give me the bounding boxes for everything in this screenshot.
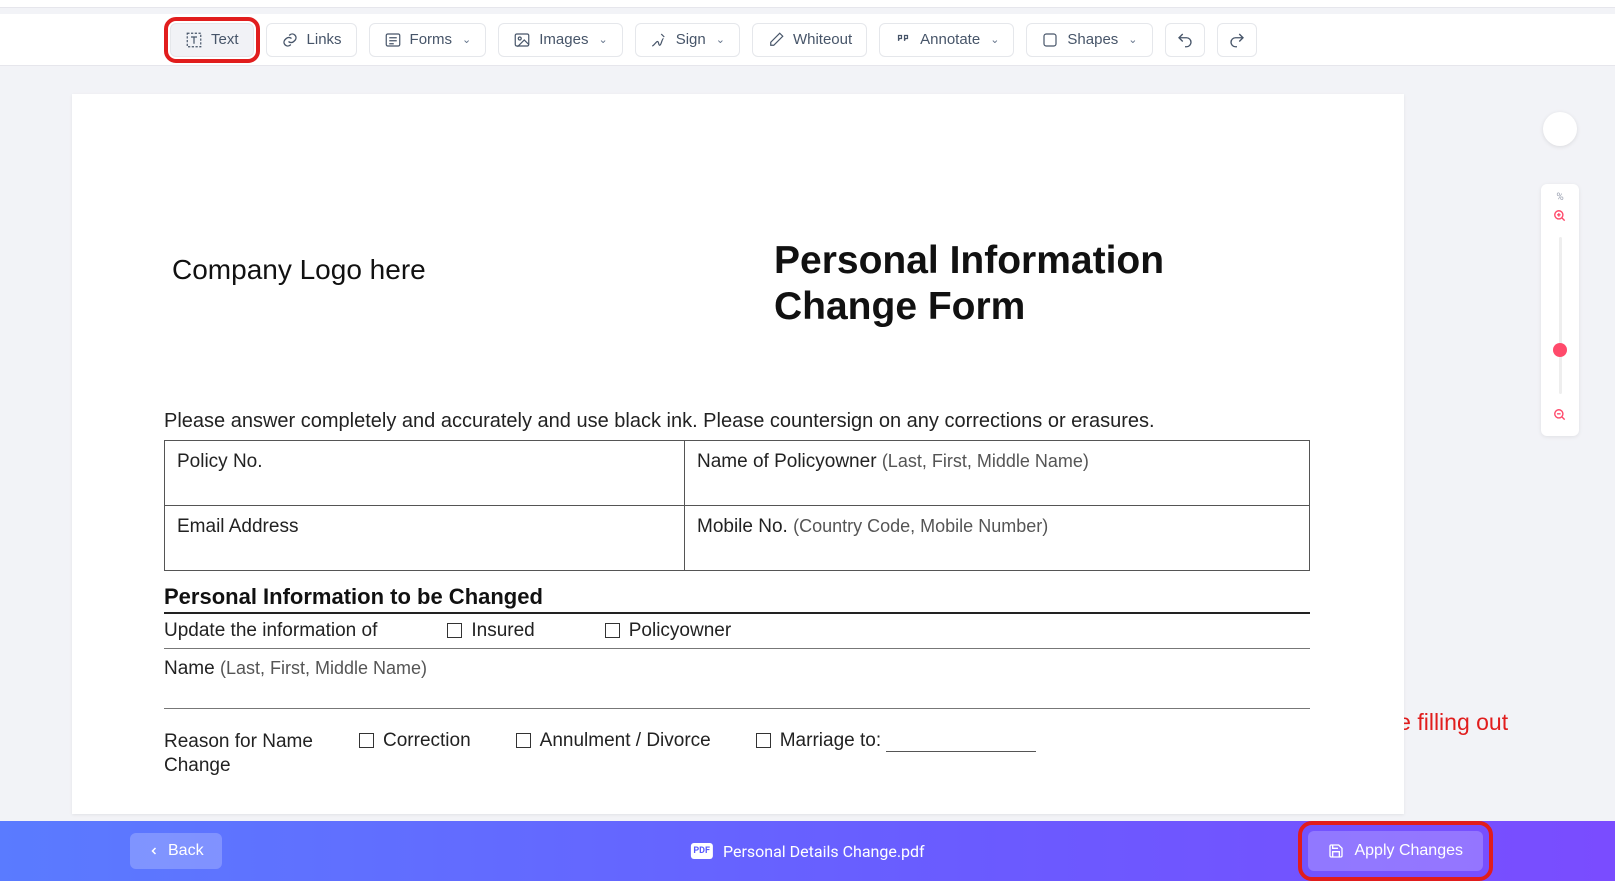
links-tool-label: Links (307, 31, 342, 48)
cell-policy-no: Policy No. (165, 441, 685, 506)
links-tool-button[interactable]: Links (266, 23, 357, 57)
pdf-page[interactable]: Company Logo here Personal Information C… (72, 94, 1404, 814)
pdf-icon: PDF (690, 843, 713, 859)
annotate-tool-button[interactable]: Annotate ⌄ (879, 23, 1014, 57)
logo-placeholder: Company Logo here (172, 254, 426, 286)
forms-icon (384, 31, 402, 49)
shapes-tool-label: Shapes (1067, 31, 1118, 48)
reason-row: Reason for Name Change Correction Annulm… (164, 730, 1310, 778)
forms-tool-label: Forms (410, 31, 453, 48)
chevron-down-icon: ⌄ (598, 33, 607, 46)
sign-tool-label: Sign (676, 31, 706, 48)
zoom-slider-thumb[interactable] (1553, 343, 1567, 357)
annotate-tool-label: Annotate (920, 31, 980, 48)
sign-tool-button[interactable]: Sign ⌄ (635, 23, 740, 57)
chevron-down-icon: ⌄ (716, 33, 725, 46)
checkbox-annulment[interactable]: Annulment / Divorce (516, 730, 711, 752)
shapes-tool-button[interactable]: Shapes ⌄ (1026, 23, 1152, 57)
divider (164, 648, 1310, 649)
checkbox-policyowner[interactable]: Policyowner (605, 620, 731, 642)
divider (164, 612, 1310, 614)
images-tool-label: Images (539, 31, 588, 48)
sign-icon (650, 31, 668, 49)
chevron-down-icon: ⌄ (990, 33, 999, 46)
images-tool-button[interactable]: Images ⌄ (498, 23, 622, 57)
page-thumbnail-button[interactable] (1543, 112, 1577, 146)
zoom-slider[interactable] (1559, 237, 1562, 394)
redo-icon (1228, 31, 1246, 49)
whiteout-tool-label: Whiteout (793, 31, 852, 48)
forms-tool-button[interactable]: Forms ⌄ (369, 23, 487, 57)
apply-changes-button[interactable]: Apply Changes (1308, 831, 1483, 871)
cell-email: Email Address (165, 506, 685, 571)
divider (164, 708, 1310, 709)
cell-mobile: Mobile No. (Country Code, Mobile Number) (685, 506, 1310, 571)
cell-policyowner-name: Name of Policyowner (Last, First, Middle… (685, 441, 1310, 506)
quote-icon (894, 31, 912, 49)
apply-label: Apply Changes (1354, 842, 1463, 860)
text-icon (185, 31, 203, 49)
eraser-icon (767, 31, 785, 49)
checkbox-insured[interactable]: Insured (447, 620, 534, 642)
name-row: Name (Last, First, Middle Name) (164, 658, 1310, 680)
update-of-label: Update the information of (164, 620, 377, 642)
reason-label: Reason for Name Change (164, 730, 314, 778)
instruction-text: Please answer completely and accurately … (164, 410, 1310, 433)
link-icon (281, 31, 299, 49)
zoom-out-icon[interactable] (1553, 408, 1567, 422)
checkbox-correction[interactable]: Correction (359, 730, 471, 752)
undo-icon (1176, 31, 1194, 49)
undo-button[interactable] (1165, 23, 1205, 57)
redo-button[interactable] (1217, 23, 1257, 57)
info-table: Policy No. Name of Policyowner (Last, Fi… (164, 440, 1310, 571)
chevron-down-icon: ⌄ (1128, 33, 1137, 46)
filename-display: PDF Personal Details Change.pdf (690, 842, 924, 861)
whiteout-tool-button[interactable]: Whiteout (752, 23, 867, 57)
chevron-left-icon (148, 845, 160, 857)
back-button[interactable]: Back (130, 833, 222, 869)
checkbox-marriage[interactable]: Marriage to: (756, 730, 1037, 752)
zoom-in-icon[interactable] (1553, 209, 1567, 223)
bottom-bar: Back PDF Personal Details Change.pdf App… (0, 821, 1615, 881)
text-tool-button[interactable]: Text (170, 23, 254, 57)
shapes-icon (1041, 31, 1059, 49)
zoom-panel: % (1541, 184, 1579, 436)
section-title: Personal Information to be Changed (164, 584, 543, 610)
update-row: Update the information of Insured Policy… (164, 620, 1310, 648)
filename-text: Personal Details Change.pdf (723, 842, 925, 861)
back-label: Back (168, 842, 204, 860)
zoom-percent-label: % (1556, 192, 1563, 203)
editor-toolbar: Text Links Forms ⌄ Images ⌄ Sign ⌄ White… (0, 14, 1615, 66)
save-icon (1328, 843, 1344, 859)
image-icon (513, 31, 531, 49)
chevron-down-icon: ⌄ (462, 33, 471, 46)
form-title: Personal Information Change Form (774, 238, 1304, 330)
text-tool-label: Text (211, 31, 239, 48)
apply-changes-highlight: Apply Changes (1306, 829, 1485, 873)
